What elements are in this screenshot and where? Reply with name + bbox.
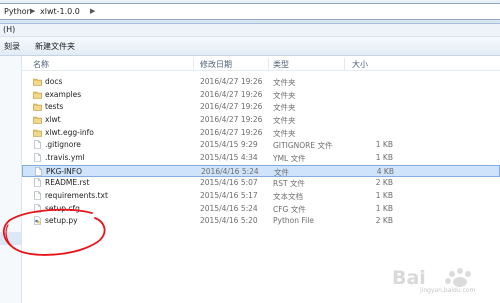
file-row[interactable]: tests 2016/4/27 19:26 文件夹 [22, 101, 500, 113]
navigation-pane [0, 56, 22, 303]
file-row[interactable]: requirements.txt 2015/4/16 5:17 文本文档 1 KB [22, 190, 500, 202]
file-date: 2016/4/27 19:26 [200, 127, 263, 137]
nav-selected-item[interactable] [0, 232, 21, 245]
file-icon [35, 166, 42, 176]
file-date: 2016/4/27 19:26 [200, 77, 263, 86]
folder-icon [33, 78, 42, 86]
file-date: 2015/4/16 5:24 [200, 203, 258, 213]
file-type: RST 文件 [273, 179, 305, 189]
file-name: xlwt.egg-info [45, 127, 94, 137]
file-name: setup.cfg [45, 203, 80, 213]
folder-icon [33, 103, 42, 112]
file-row[interactable]: PKG-INFO 2016/4/16 5:24 文件 4 KB [22, 164, 500, 177]
file-type: 文件夹 [273, 115, 296, 125]
file-type: CFG 文件 [273, 204, 306, 214]
column-divider[interactable] [344, 58, 345, 70]
menu-bar: (H) [0, 24, 500, 37]
address-field[interactable]: Python ▶ xlwt-1.0.0 ▶ [0, 3, 500, 20]
burn-button[interactable]: 刻录 [4, 41, 20, 52]
file-date: 2015/4/15 4:34 [200, 152, 258, 162]
column-header-name[interactable]: 名称 [33, 59, 49, 70]
address-bar: Python ▶ xlwt-1.0.0 ▶ [0, 0, 500, 24]
file-name: PKG-INFO [46, 166, 82, 176]
file-type: GITIGNORE 文件 [273, 141, 333, 151]
file-date: 2015/4/16 5:17 [200, 190, 258, 200]
file-size: 1 KB [375, 140, 393, 150]
file-date: 2016/4/27 19:26 [200, 89, 263, 99]
file-type: 文件 [274, 167, 289, 177]
file-date: 2015/4/16 5:07 [200, 178, 258, 188]
folder-icon [33, 129, 42, 137]
file-row[interactable]: xlwt 2016/4/27 19:26 文件夹 [22, 114, 500, 126]
file-type: Python File [273, 216, 314, 226]
file-row[interactable]: setup.cfg 2015/4/16 5:24 CFG 文件 1 KB [22, 203, 500, 215]
file-icon [34, 140, 41, 150]
file-size: 4 KB [376, 166, 394, 176]
column-divider[interactable] [193, 58, 194, 70]
file-name: .travis.yml [45, 152, 85, 162]
file-date: 2016/4/16 5:24 [201, 166, 259, 176]
file-name: examples [45, 89, 82, 99]
column-divider[interactable] [268, 58, 269, 70]
file-icon [34, 203, 41, 213]
file-row[interactable]: README.rst 2015/4/16 5:07 RST 文件 2 KB [22, 177, 500, 189]
file-icon [34, 178, 41, 187]
file-row[interactable]: setup.py 2015/4/16 5:20 Python File 2 KB [22, 215, 500, 227]
menu-help[interactable]: (H) [3, 25, 15, 34]
file-icon [34, 153, 41, 162]
file-row[interactable]: docs 2016/4/27 19:26 文件夹 [22, 76, 500, 88]
file-row[interactable]: .gitignore 2015/4/15 9:29 GITIGNORE 文件 1 KB [22, 139, 500, 151]
file-size: 2 KB [375, 216, 393, 226]
file-size: 2 KB [375, 178, 393, 188]
file-name: docs [45, 77, 63, 86]
file-row[interactable]: examples 2016/4/27 19:26 文件夹 [22, 89, 500, 101]
column-header-size[interactable]: 大小 [352, 59, 368, 70]
file-date: 2015/4/15 9:29 [200, 140, 258, 150]
column-header-date[interactable]: 修改日期 [200, 59, 232, 70]
new-folder-button[interactable]: 新建文件夹 [35, 41, 75, 52]
watermark-site: jingyan.baidu.com [420, 287, 476, 294]
file-name: tests [45, 102, 64, 112]
file-name: .gitignore [45, 140, 81, 150]
file-name: requirements.txt [45, 190, 108, 200]
file-type: YML 文件 [273, 153, 306, 163]
breadcrumb-python[interactable]: Python [4, 7, 32, 16]
file-size: 1 KB [375, 190, 393, 200]
python-file-icon [34, 216, 41, 225]
file-type: 文件夹 [273, 103, 296, 113]
file-type: 文件夹 [273, 128, 296, 138]
file-size: 1 KB [375, 152, 393, 162]
file-size: 1 KB [375, 203, 393, 213]
column-header-type[interactable]: 类型 [273, 59, 289, 70]
file-name: xlwt [45, 114, 61, 124]
file-type: 文件夹 [273, 78, 296, 87]
file-name: README.rst [45, 178, 90, 188]
file-icon [34, 191, 41, 200]
file-date: 2016/4/27 19:26 [200, 102, 263, 112]
folder-icon [33, 116, 42, 124]
file-type: 文件夹 [273, 90, 296, 100]
file-type: 文本文档 [273, 191, 303, 201]
breadcrumb-separator-icon[interactable]: ▶ [30, 7, 35, 15]
file-row[interactable]: xlwt.egg-info 2016/4/27 19:26 文件夹 [22, 127, 500, 139]
file-name: setup.py [45, 216, 78, 226]
toolbar: 刻录 新建文件夹 [0, 37, 500, 56]
breadcrumb-separator-icon[interactable]: ▶ [90, 7, 95, 15]
breadcrumb-xlwt[interactable]: xlwt-1.0.0 [40, 7, 80, 16]
watermark-brand: Bai [392, 267, 426, 289]
file-date: 2015/4/16 5:20 [200, 216, 258, 226]
file-date: 2016/4/27 19:26 [200, 114, 263, 124]
column-headers: 名称 修改日期 类型 大小 [22, 57, 500, 71]
folder-icon [33, 91, 42, 99]
file-row[interactable]: .travis.yml 2015/4/15 4:34 YML 文件 1 KB [22, 152, 500, 164]
